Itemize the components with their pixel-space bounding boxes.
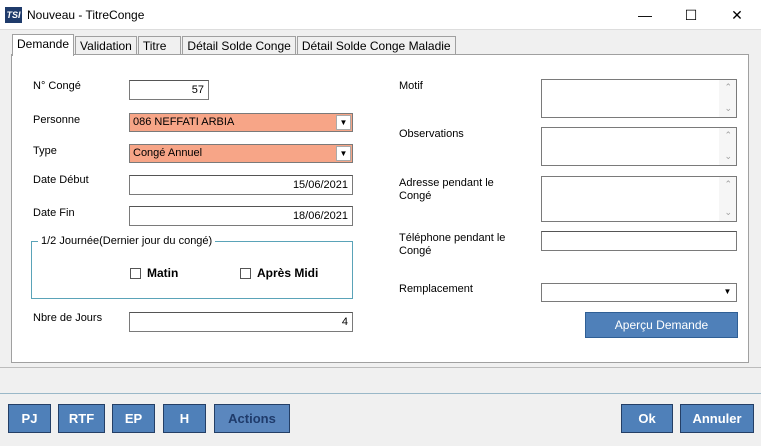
observations-scrollbar[interactable]: ⌃ ⌄	[719, 128, 736, 165]
tab-detail-solde-conge[interactable]: Détail Solde Conge	[182, 36, 296, 55]
h-button[interactable]: H	[163, 404, 206, 433]
close-icon[interactable]: ✕	[714, 0, 760, 30]
telephone-field[interactable]	[541, 231, 737, 251]
date-fin-label: Date Fin	[33, 207, 75, 219]
type-label: Type	[33, 145, 57, 157]
apercu-demande-button[interactable]: Aperçu Demande	[585, 312, 738, 338]
chevron-down-icon[interactable]: ▼	[336, 146, 351, 161]
adresse-scrollbar[interactable]: ⌃ ⌄	[719, 177, 736, 221]
pj-button[interactable]: PJ	[8, 404, 51, 433]
tab-demande[interactable]: Demande	[12, 34, 75, 56]
no-conge-field[interactable]: 57	[129, 80, 209, 100]
date-fin-field[interactable]: 18/06/2021	[129, 206, 353, 226]
date-debut-label: Date Début	[33, 174, 89, 186]
remplacement-label: Remplacement	[399, 283, 473, 295]
personne-label: Personne	[33, 114, 81, 126]
scroll-up-icon[interactable]: ⌃	[724, 130, 732, 141]
motif-label: Motif	[399, 80, 423, 92]
type-select[interactable]: Congé Annuel ▼	[129, 144, 353, 163]
footer-divider	[0, 393, 761, 394]
apres-midi-label: Après Midi	[257, 266, 319, 280]
maximize-icon[interactable]: ☐	[668, 0, 714, 30]
adresse-label-line2: Congé	[399, 190, 432, 202]
scroll-down-icon[interactable]: ⌄	[724, 103, 732, 114]
tab-titre[interactable]: Titre	[137, 36, 182, 55]
nbre-jours-field[interactable]: 4	[129, 312, 353, 332]
minimize-icon[interactable]: —	[622, 0, 668, 30]
telephone-label-line1: Téléphone pendant le	[399, 232, 506, 244]
no-conge-label: N° Congé	[33, 80, 81, 92]
title-bar: TSI Nouveau - TitreConge — ☐ ✕	[0, 0, 761, 30]
matin-checkbox[interactable]	[130, 268, 141, 279]
type-value: Congé Annuel	[133, 147, 203, 159]
matin-label: Matin	[147, 266, 179, 280]
personne-select[interactable]: 086 NEFFATI ARBIA ▼	[129, 113, 353, 132]
ok-button[interactable]: Ok	[621, 404, 673, 433]
scroll-down-icon[interactable]: ⌄	[724, 207, 732, 218]
chevron-down-icon[interactable]: ▼	[720, 285, 735, 300]
tab-validation[interactable]: Validation	[75, 36, 137, 55]
chevron-down-icon[interactable]: ▼	[336, 115, 351, 130]
date-debut-field[interactable]: 15/06/2021	[129, 175, 353, 195]
demi-journee-legend: 1/2 Journée(Dernier jour du congé)	[38, 235, 216, 247]
observations-textarea[interactable]: ⌃ ⌄	[541, 127, 737, 166]
ep-button[interactable]: EP	[112, 404, 155, 433]
annuler-button[interactable]: Annuler	[680, 404, 754, 433]
scroll-down-icon[interactable]: ⌄	[724, 151, 732, 162]
telephone-label-line2: Congé	[399, 245, 432, 257]
tab-detail-solde-conge-maladie[interactable]: Détail Solde Conge Maladie	[296, 36, 456, 55]
rtf-button[interactable]: RTF	[58, 404, 105, 433]
scroll-up-icon[interactable]: ⌃	[724, 82, 732, 93]
remplacement-select[interactable]: ▼	[541, 283, 737, 302]
scroll-up-icon[interactable]: ⌃	[724, 179, 732, 190]
actions-button[interactable]: Actions	[214, 404, 290, 433]
personne-value: 086 NEFFATI ARBIA	[133, 116, 235, 128]
window-title: Nouveau - TitreConge	[27, 8, 145, 22]
motif-scrollbar[interactable]: ⌃ ⌄	[719, 80, 736, 117]
adresse-textarea[interactable]: ⌃ ⌄	[541, 176, 737, 222]
tab-strip: Demande Validation Titre Détail Solde Co…	[12, 34, 457, 56]
apres-midi-checkbox[interactable]	[240, 268, 251, 279]
adresse-label-line1: Adresse pendant le	[399, 177, 494, 189]
nbre-jours-label: Nbre de Jours	[33, 312, 103, 324]
motif-textarea[interactable]: ⌃ ⌄	[541, 79, 737, 118]
app-logo-icon: TSI	[5, 7, 22, 23]
observations-label: Observations	[399, 128, 464, 140]
